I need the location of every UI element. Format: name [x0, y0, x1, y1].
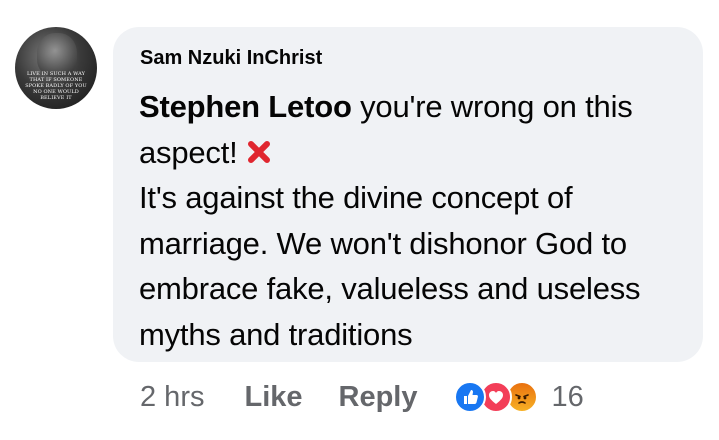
comment-second-paragraph: It's against the divine concept of marri… [139, 180, 641, 352]
comment-actions: 2 hrs Like Reply 16 [140, 376, 584, 418]
avatar[interactable]: LIVE IN SUCH A WAY THAT IF SOMEONE SPOKE… [15, 27, 97, 109]
reactions-summary[interactable]: 16 [453, 380, 584, 414]
cross-mark-icon [244, 134, 274, 164]
comment-author-name[interactable]: Sam Nzuki InChrist [140, 45, 322, 71]
comment-container: LIVE IN SUCH A WAY THAT IF SOMEONE SPOKE… [0, 0, 719, 440]
reaction-icons [453, 380, 542, 414]
comment-body: Stephen Letoo you're wrong on this aspec… [139, 84, 699, 357]
avatar-caption: LIVE IN SUCH A WAY THAT IF SOMEONE SPOKE… [25, 71, 87, 101]
like-button[interactable]: Like [244, 381, 302, 414]
mention-link[interactable]: Stephen Letoo [139, 89, 352, 124]
comment-first-paragraph: Stephen Letoo you're wrong on this aspec… [139, 84, 699, 175]
comment-timestamp[interactable]: 2 hrs [140, 381, 204, 414]
reply-button[interactable]: Reply [339, 381, 418, 414]
like-reaction-icon [453, 381, 486, 413]
reaction-count: 16 [551, 380, 584, 413]
